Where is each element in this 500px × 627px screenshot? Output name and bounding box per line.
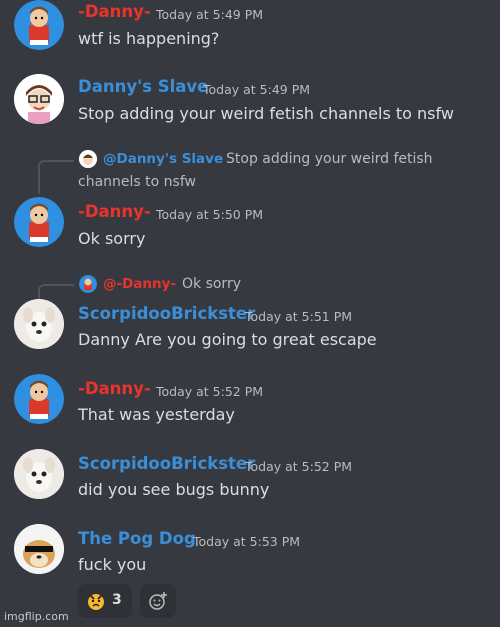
message-text: That was yesterday (78, 405, 235, 424)
reply-preview[interactable]: Stop adding your weird fetish (226, 151, 433, 167)
author-name[interactable]: -Danny- (78, 202, 151, 221)
author-name[interactable]: ScorpidooBrickster (78, 304, 255, 323)
reply-preview[interactable]: Ok sorry (182, 276, 241, 292)
timestamp: Today at 5:51 PM (245, 309, 353, 324)
message-text: fuck you (78, 555, 147, 574)
reply-connector (38, 160, 74, 194)
author-name[interactable]: ScorpidooBrickster (78, 454, 255, 473)
timestamp: Today at 5:52 PM (245, 459, 353, 474)
add-reaction-icon (148, 591, 168, 615)
timestamp: Today at 5:50 PM (156, 207, 264, 222)
author-name[interactable]: The Pog Dog (78, 529, 196, 548)
author-name[interactable]: Danny's Slave (78, 77, 208, 96)
reaction-button[interactable]: 3 (78, 584, 132, 618)
author-name[interactable]: -Danny- (78, 379, 151, 398)
reply-preview[interactable]: channels to nsfw (78, 174, 196, 190)
reply-author[interactable]: @-Danny- (103, 276, 176, 292)
timestamp: Today at 5:49 PM (156, 7, 264, 22)
add-reaction-button[interactable] (140, 584, 176, 618)
avatar[interactable] (14, 197, 64, 247)
reply-connector (38, 284, 74, 300)
timestamp: Today at 5:53 PM (193, 534, 301, 549)
message-text: Danny Are you going to great escape (78, 330, 377, 349)
reply-avatar (79, 150, 97, 168)
message-text: did you see bugs bunny (78, 480, 270, 499)
avatar[interactable] (14, 449, 64, 499)
avatar[interactable] (14, 0, 64, 50)
reaction-count: 3 (112, 592, 122, 608)
author-name[interactable]: -Danny- (78, 2, 151, 21)
message-text: Ok sorry (78, 229, 146, 248)
reply-avatar (79, 275, 97, 293)
message-text: wtf is happening? (78, 29, 220, 48)
avatar[interactable] (14, 524, 64, 574)
angry-face-icon (86, 591, 106, 615)
watermark: imgflip.com (4, 610, 69, 623)
timestamp: Today at 5:49 PM (203, 82, 311, 97)
avatar[interactable] (14, 299, 64, 349)
avatar[interactable] (14, 74, 64, 124)
reply-author[interactable]: @Danny's Slave (103, 151, 223, 167)
message-text: Stop adding your weird fetish channels t… (78, 104, 454, 123)
timestamp: Today at 5:52 PM (156, 384, 264, 399)
avatar[interactable] (14, 374, 64, 424)
